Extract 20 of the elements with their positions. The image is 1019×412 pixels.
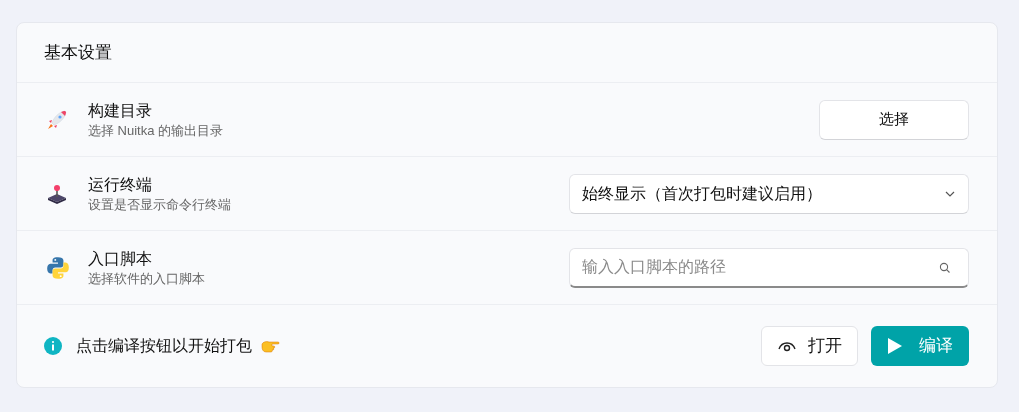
setting-title: 入口脚本: [88, 248, 153, 269]
terminal-dropdown[interactable]: 始终显示（首次打包时建议启用）: [569, 173, 969, 214]
rocket-icon: [45, 107, 69, 132]
setting-description: 选择 Nuitka 的输出目录: [88, 121, 225, 140]
dropdown-value: 始终显示（首次打包时建议启用）: [582, 183, 822, 204]
setting-title: 运行终端: [88, 174, 153, 195]
pointing-hand-icon: [260, 339, 280, 353]
play-icon: [887, 337, 903, 355]
open-button[interactable]: 打开: [761, 326, 858, 366]
search-icon[interactable]: [939, 261, 951, 274]
info-icon: [44, 337, 62, 355]
setting-title: 构建目录: [88, 100, 153, 121]
eye-icon: [777, 340, 796, 352]
select-button[interactable]: 选择: [819, 99, 969, 140]
setting-description: 设置是否显示命令行终端: [88, 195, 232, 214]
script-path-field[interactable]: 输入入口脚本的路径: [569, 247, 969, 288]
hint-text: 点击编译按钮以开始打包: [76, 336, 252, 356]
setting-description: 选择软件的入口脚本: [88, 269, 206, 288]
card-title: 基本设置: [44, 41, 112, 64]
python-logo-icon: [45, 254, 71, 281]
